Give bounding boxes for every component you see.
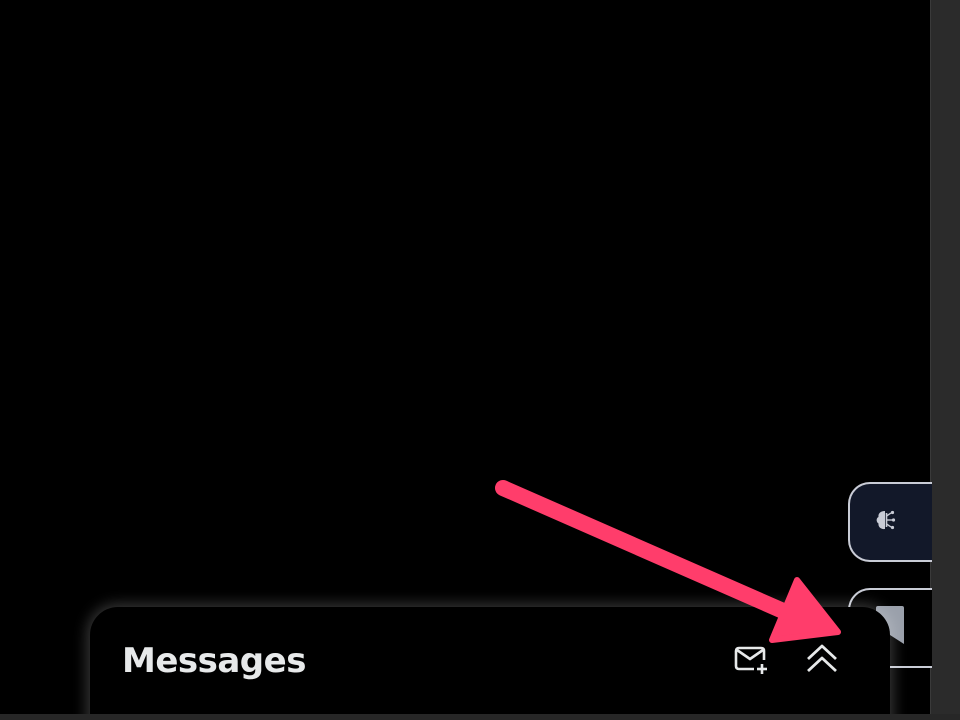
ai-assistant-tab[interactable] xyxy=(848,482,932,562)
brain-circuit-icon xyxy=(870,504,902,541)
messages-drawer[interactable]: Messages xyxy=(90,607,890,720)
messages-title: Messages xyxy=(122,641,306,681)
new-message-button[interactable] xyxy=(728,639,772,683)
collapse-drawer-button[interactable] xyxy=(800,639,844,683)
page: Messages xyxy=(0,0,960,720)
envelope-plus-icon xyxy=(730,639,770,684)
double-chevron-up-icon xyxy=(802,639,842,684)
page-scrollbar[interactable] xyxy=(930,0,960,720)
bottom-edge xyxy=(0,714,960,720)
